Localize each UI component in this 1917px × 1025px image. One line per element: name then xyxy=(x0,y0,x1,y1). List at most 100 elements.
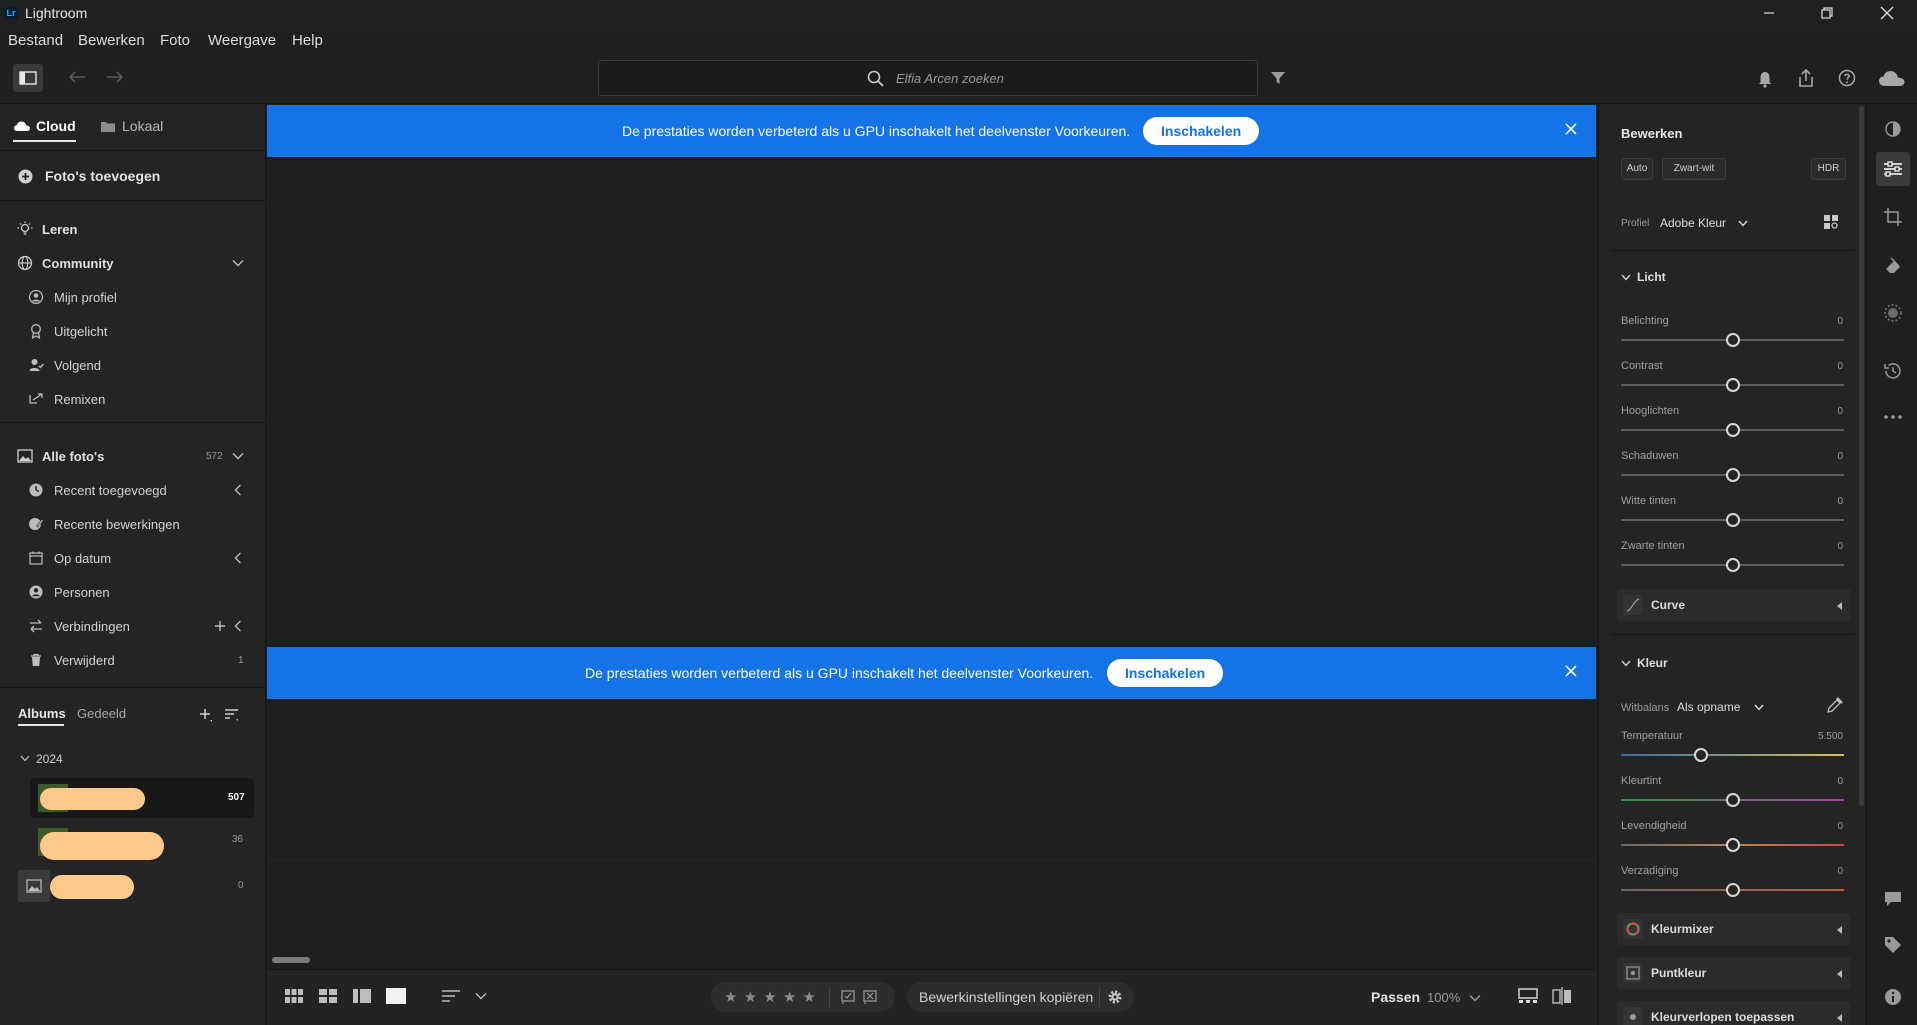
fit-zoom-button[interactable]: Passen xyxy=(1371,989,1420,1005)
sidebar-item-my-profile[interactable]: Mijn profiel xyxy=(0,282,266,312)
chevron-down-icon[interactable] xyxy=(1469,994,1481,1002)
tab-local[interactable]: Lokaal xyxy=(100,114,163,138)
horizontal-scrollbar[interactable] xyxy=(272,957,310,963)
menu-weergave[interactable]: Weergave xyxy=(208,32,276,49)
close-banner-button[interactable] xyxy=(1565,665,1581,681)
tab-albums[interactable]: Albums xyxy=(18,706,66,721)
slider-value[interactable]: 0 xyxy=(1837,361,1843,372)
chevron-down-icon[interactable] xyxy=(230,255,246,271)
tab-cloud[interactable]: Cloud xyxy=(13,114,76,138)
album-item[interactable]: 36 xyxy=(30,822,254,862)
slider-value[interactable]: 0 xyxy=(1837,316,1843,327)
forward-button[interactable] xyxy=(106,70,124,84)
plus-icon[interactable] xyxy=(212,618,228,634)
healing-button[interactable] xyxy=(1883,255,1903,275)
search-input[interactable] xyxy=(599,61,1257,95)
sidebar-item-connections[interactable]: Verbindingen xyxy=(0,611,266,641)
sidebar-item-people[interactable]: Personen xyxy=(0,577,266,607)
profile-browser-button[interactable] xyxy=(1823,214,1839,230)
add-album-button[interactable] xyxy=(198,707,214,723)
slider-value[interactable]: 0 xyxy=(1837,776,1843,787)
filmstrip-toggle-button[interactable] xyxy=(1518,988,1538,1004)
flag-pick-button[interactable] xyxy=(841,990,855,1004)
cloud-sync-button[interactable] xyxy=(1878,69,1906,87)
chevron-left-icon[interactable] xyxy=(230,550,246,566)
slider-thumb[interactable] xyxy=(1726,558,1740,572)
comments-button[interactable] xyxy=(1883,889,1903,909)
slider-thumb[interactable] xyxy=(1726,468,1740,482)
sidebar-item-following[interactable]: Volgend xyxy=(0,350,266,380)
add-photos-button[interactable]: Foto's toevoegen xyxy=(0,161,266,191)
menu-foto[interactable]: Foto xyxy=(160,32,190,49)
sidebar-item-recently-added[interactable]: Recent toegevoegd xyxy=(0,475,266,505)
slider-thumb[interactable] xyxy=(1694,748,1708,762)
slider-thumb[interactable] xyxy=(1726,513,1740,527)
tab-shared[interactable]: Gedeeld xyxy=(77,706,126,721)
slider-value[interactable]: 0 xyxy=(1837,451,1843,462)
slider-value[interactable]: 0 xyxy=(1837,541,1843,552)
slider-value[interactable]: 0 xyxy=(1837,866,1843,877)
chevron-down-icon[interactable] xyxy=(20,755,30,762)
menu-help[interactable]: Help xyxy=(292,32,323,49)
sidebar-item-by-date[interactable]: Op datum xyxy=(0,543,266,573)
enable-gpu-button[interactable]: Inschakelen xyxy=(1107,659,1224,687)
auto-button[interactable]: Auto xyxy=(1621,158,1653,180)
hdr-button[interactable]: HDR xyxy=(1811,158,1846,180)
grid-small-view-button[interactable] xyxy=(285,989,303,1003)
search-box[interactable] xyxy=(598,60,1258,96)
sidebar-item-all-photos[interactable]: Alle foto's 572 xyxy=(0,441,266,471)
sidebar-item-community[interactable]: Community xyxy=(0,248,266,278)
black-white-button[interactable]: Zwart-wit xyxy=(1662,158,1726,180)
chevron-left-icon[interactable] xyxy=(230,482,246,498)
slider-thumb[interactable] xyxy=(1726,793,1740,807)
slider-thumb[interactable] xyxy=(1726,333,1740,347)
white-balance-picker-button[interactable] xyxy=(1826,696,1844,714)
slider-value[interactable]: 0 xyxy=(1837,496,1843,507)
chevron-down-icon[interactable] xyxy=(230,448,246,464)
detail-view-button[interactable] xyxy=(386,988,406,1004)
share-button[interactable] xyxy=(1796,68,1816,88)
white-balance-dropdown[interactable]: Als opname xyxy=(1677,700,1740,714)
zoom-level[interactable]: 100% xyxy=(1427,990,1460,1005)
restore-button[interactable] xyxy=(1800,0,1854,26)
slider-thumb[interactable] xyxy=(1726,838,1740,852)
slider-track[interactable] xyxy=(1621,754,1844,756)
edit-tool-button[interactable] xyxy=(1883,159,1903,179)
help-button[interactable] xyxy=(1838,69,1856,87)
sort-button[interactable] xyxy=(441,989,461,1003)
slider-value[interactable]: 0 xyxy=(1837,821,1843,832)
crop-button[interactable] xyxy=(1883,207,1903,227)
keywords-button[interactable] xyxy=(1883,935,1903,955)
slider-thumb[interactable] xyxy=(1726,883,1740,897)
chevron-left-icon[interactable] xyxy=(230,618,246,634)
album-item[interactable]: 507 xyxy=(30,778,254,818)
history-button[interactable] xyxy=(1883,361,1903,381)
flag-reject-button[interactable] xyxy=(863,990,877,1004)
info-button[interactable] xyxy=(1883,987,1903,1007)
section-light-title[interactable]: Licht xyxy=(1637,270,1666,284)
notifications-button[interactable] xyxy=(1756,70,1774,88)
profile-dropdown[interactable]: Adobe Kleur xyxy=(1660,216,1726,230)
menu-bestand[interactable]: Bestand xyxy=(8,32,63,49)
copy-settings-button[interactable]: Bewerkinstellingen kopiëren xyxy=(919,989,1093,1005)
menu-bewerken[interactable]: Bewerken xyxy=(78,32,145,49)
chevron-down-icon[interactable] xyxy=(1621,274,1631,281)
enable-gpu-button[interactable]: Inschakelen xyxy=(1143,117,1260,145)
chevron-down-icon[interactable] xyxy=(1738,220,1748,227)
color-mixer-section[interactable]: Kleurmixer xyxy=(1617,913,1851,945)
slider-thumb[interactable] xyxy=(1726,423,1740,437)
slider-value[interactable]: 5.500 xyxy=(1818,731,1843,742)
toggle-panel-button[interactable] xyxy=(13,64,43,92)
sidebar-item-recent-edits[interactable]: Recente bewerkingen xyxy=(0,509,266,539)
album-item[interactable]: 0 xyxy=(18,866,254,906)
grid-view-button[interactable] xyxy=(319,989,337,1003)
back-button[interactable] xyxy=(68,70,86,84)
masking-button[interactable] xyxy=(1883,303,1903,323)
sidebar-item-remix[interactable]: Remixen xyxy=(0,384,266,414)
sidebar-item-deleted[interactable]: Verwijderd 1 xyxy=(0,645,266,675)
slider-thumb[interactable] xyxy=(1726,378,1740,392)
chevron-down-icon[interactable] xyxy=(475,992,487,1000)
star-rating[interactable]: ★ ★ ★ ★ ★ xyxy=(724,988,817,1006)
copy-settings-options-button[interactable] xyxy=(1107,989,1123,1005)
section-color-title[interactable]: Kleur xyxy=(1637,656,1668,670)
